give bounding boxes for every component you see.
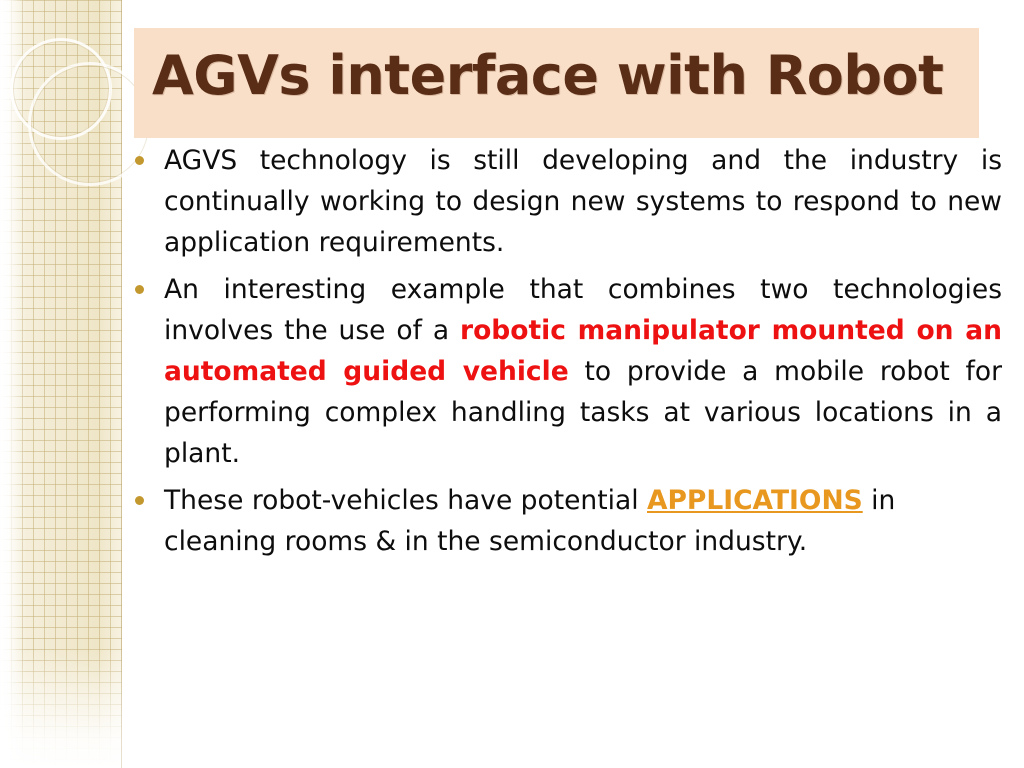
emphasis-applications: APPLICATIONS (646, 485, 863, 516)
bullet-text-1: AGVS technology is still developing and … (164, 140, 1002, 263)
text-run: AGVS technology is still developing and … (164, 145, 1002, 258)
slide-body: AGVS technology is still developing and … (126, 140, 1006, 740)
list-item: An interesting example that combines two… (126, 269, 1006, 474)
list-item: These robot-vehicles have potential APPL… (126, 480, 1006, 562)
left-band-bottom-fade (0, 648, 122, 768)
list-item: AGVS technology is still developing and … (126, 140, 1006, 263)
bullet-text-3: These robot-vehicles have potential APPL… (164, 480, 1002, 562)
text-run: These robot-vehicles have potential (164, 485, 647, 516)
bullet-dot-icon (135, 285, 144, 294)
slide: AGVs interface with Robot AGVS technolog… (0, 0, 1024, 768)
bullet-dot-icon (135, 156, 144, 165)
page-title: AGVs interface with Robot (152, 44, 944, 107)
bullet-text-2: An interesting example that combines two… (164, 269, 1002, 474)
bullet-dot-icon (135, 496, 144, 505)
